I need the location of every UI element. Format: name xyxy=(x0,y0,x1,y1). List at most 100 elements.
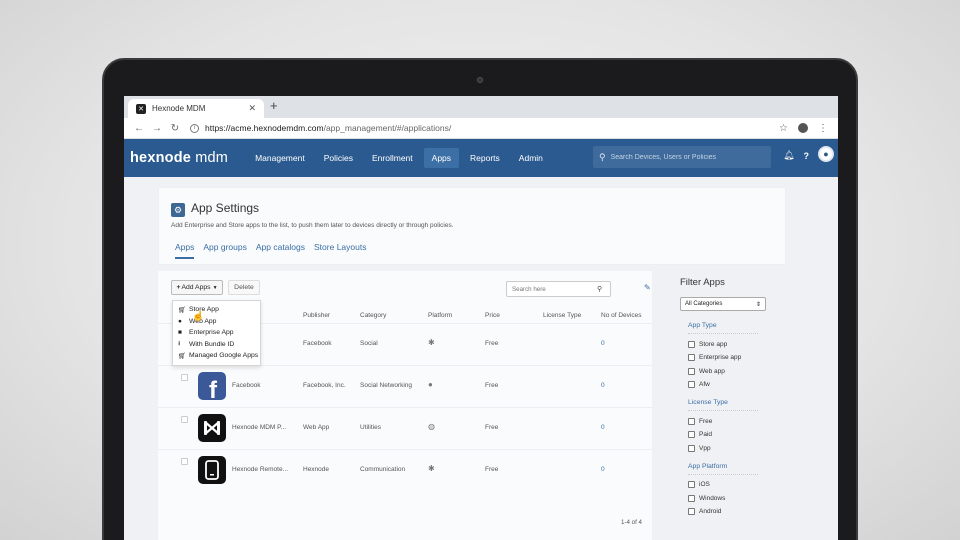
cell-category: Utilities xyxy=(360,424,381,431)
col-devices[interactable]: No of Devices xyxy=(601,312,641,319)
upload-icon: ⭳ xyxy=(178,339,181,347)
site-info-icon[interactable]: i xyxy=(190,123,199,133)
col-category[interactable]: Category xyxy=(360,312,386,319)
webcam xyxy=(477,77,483,83)
briefcase-icon: ■ xyxy=(178,329,182,337)
tab-apps[interactable]: Apps xyxy=(175,242,195,259)
profile-icon[interactable] xyxy=(798,123,808,133)
cell-name[interactable]: Hexnode Remote... xyxy=(232,466,288,473)
notification-bell-icon[interactable]: 🔔︎ xyxy=(783,150,794,161)
nav-admin[interactable]: Admin xyxy=(511,148,551,168)
browser-tab[interactable]: ✕ Hexnode MDM ✕ xyxy=(128,99,264,118)
nav-apps[interactable]: Apps xyxy=(423,148,460,168)
apple-icon: ● xyxy=(428,380,433,389)
menu-item-managed-google-apps[interactable]: 🛒︎ Managed Google Apps xyxy=(173,350,260,362)
cell-name[interactable]: Facebook xyxy=(232,382,261,389)
reload-icon[interactable]: ↻ xyxy=(166,123,184,134)
table-row[interactable]: f Facebook Facebook, Inc. Social Network… xyxy=(158,365,652,407)
cell-name[interactable]: Hexnode MDM P... xyxy=(232,424,286,431)
globe-icon: ◍ xyxy=(428,422,435,431)
filter-option[interactable]: Enterprise app xyxy=(688,354,790,361)
tab-title: Hexnode MDM xyxy=(152,104,206,113)
pointer-cursor-icon: ☝ xyxy=(192,311,205,322)
cell-publisher: Facebook xyxy=(303,340,332,347)
android-icon: ✱ xyxy=(428,338,435,347)
back-icon[interactable]: ← xyxy=(130,123,148,134)
user-avatar[interactable]: ● xyxy=(818,146,834,162)
filter-option[interactable]: iOS xyxy=(688,481,790,488)
help-icon[interactable]: ? xyxy=(804,151,810,161)
checkbox xyxy=(688,381,695,388)
search-icon[interactable]: ⚲ xyxy=(597,285,602,293)
row-checkbox[interactable] xyxy=(181,374,188,381)
tab-app-groups[interactable]: App groups xyxy=(203,242,246,259)
nav-enrollment[interactable]: Enrollment xyxy=(364,148,421,168)
table-row[interactable]: Hexnode Remote... Hexnode Communication … xyxy=(158,449,652,491)
apps-search-input[interactable] xyxy=(512,285,597,293)
checkbox xyxy=(688,367,695,375)
edit-pencil-icon[interactable]: ✎ xyxy=(644,283,651,292)
tab-store-layouts[interactable]: Store Layouts xyxy=(314,242,366,259)
menu-item-enterprise-app[interactable]: ■ Enterprise App xyxy=(173,327,260,339)
tab-app-catalogs[interactable]: App catalogs xyxy=(256,242,305,259)
filter-option[interactable]: Android xyxy=(688,508,790,515)
row-checkbox[interactable] xyxy=(181,458,188,465)
filter-option[interactable]: Paid xyxy=(688,431,790,438)
close-tab-icon[interactable]: ✕ xyxy=(248,103,256,114)
cell-category: Communication xyxy=(360,466,406,473)
filter-option[interactable]: Free xyxy=(688,417,790,425)
checkbox xyxy=(688,417,695,425)
add-apps-button[interactable]: + Add Apps ▼ xyxy=(171,280,223,295)
cell-devices[interactable]: 0 xyxy=(601,382,605,389)
cell-price: Free xyxy=(485,340,499,347)
menu-kebab-icon[interactable]: ⋮ xyxy=(818,123,828,134)
app-header: hexnode mdm Management Policies Enrollme… xyxy=(124,139,838,177)
col-price[interactable]: Price xyxy=(485,312,500,319)
checkbox xyxy=(688,444,695,452)
caret-down-icon: ▼ xyxy=(212,284,218,291)
filter-group-app-platform: App Platform iOS Windows Android xyxy=(680,463,790,515)
table-row[interactable]: Hexnode MDM P... Web App Utilities ◍ Fre… xyxy=(158,407,652,449)
cart-icon: 🛒︎ xyxy=(178,352,187,360)
filter-group-app-type: App Type Store app Enterprise app Web ap… xyxy=(680,322,790,388)
global-search-input[interactable] xyxy=(610,153,761,161)
delete-button[interactable]: Delete xyxy=(228,280,260,295)
add-apps-dropdown: 🛒︎ Store App ● Web App ■ Enterprise App ⭳ Wi… xyxy=(172,300,261,366)
filter-group-license-type: License Type Free Paid Vpp xyxy=(680,399,790,452)
app-settings-panel: ⚙ App Settings Add Enterprise and Store … xyxy=(158,187,786,265)
col-license-type[interactable]: License Type xyxy=(543,312,581,319)
filter-option[interactable]: Web app xyxy=(688,367,790,375)
forward-icon[interactable]: → xyxy=(148,123,166,134)
col-publisher[interactable]: Publisher xyxy=(303,312,330,319)
cell-publisher: Facebook, Inc. xyxy=(303,382,346,389)
category-select[interactable]: All Categories ⇕ xyxy=(680,297,766,311)
cell-devices[interactable]: 0 xyxy=(601,466,605,473)
filter-option[interactable]: Windows xyxy=(688,494,790,502)
col-platform[interactable]: Platform xyxy=(428,312,452,319)
menu-item-web-app[interactable]: ● Web App xyxy=(173,316,260,328)
cell-publisher: Hexnode xyxy=(303,466,330,473)
plus-icon: + xyxy=(176,284,181,291)
filter-option[interactable]: Afw xyxy=(688,381,790,388)
globe-icon: ● xyxy=(178,317,182,325)
filter-option[interactable]: Store app xyxy=(688,340,790,348)
content-area: ⚙ App Settings Add Enterprise and Store … xyxy=(124,177,838,540)
menu-item-bundle-id[interactable]: ⭳ With Bundle ID xyxy=(173,339,260,351)
cell-devices[interactable]: 0 xyxy=(601,424,605,431)
apps-search: ⚲ xyxy=(506,281,611,297)
nav-policies[interactable]: Policies xyxy=(316,148,361,168)
checkbox xyxy=(688,494,695,502)
url-field[interactable]: i https://acme.hexnodemdm.com/app_manage… xyxy=(190,121,779,136)
nav-reports[interactable]: Reports xyxy=(462,148,508,168)
checkbox xyxy=(688,431,695,438)
row-checkbox[interactable] xyxy=(181,416,188,423)
new-tab-icon[interactable]: + xyxy=(270,98,278,113)
nav-management[interactable]: Management xyxy=(247,148,313,168)
checkbox xyxy=(688,354,695,361)
menu-item-store-app[interactable]: 🛒︎ Store App xyxy=(173,304,260,316)
hexnode-remote-app-icon xyxy=(198,456,226,484)
cell-devices[interactable]: 0 xyxy=(601,340,605,347)
bookmark-star-icon[interactable]: ☆ xyxy=(779,123,788,134)
hexnode-logo[interactable]: hexnode mdm xyxy=(130,150,228,166)
filter-option[interactable]: Vpp xyxy=(688,444,790,452)
